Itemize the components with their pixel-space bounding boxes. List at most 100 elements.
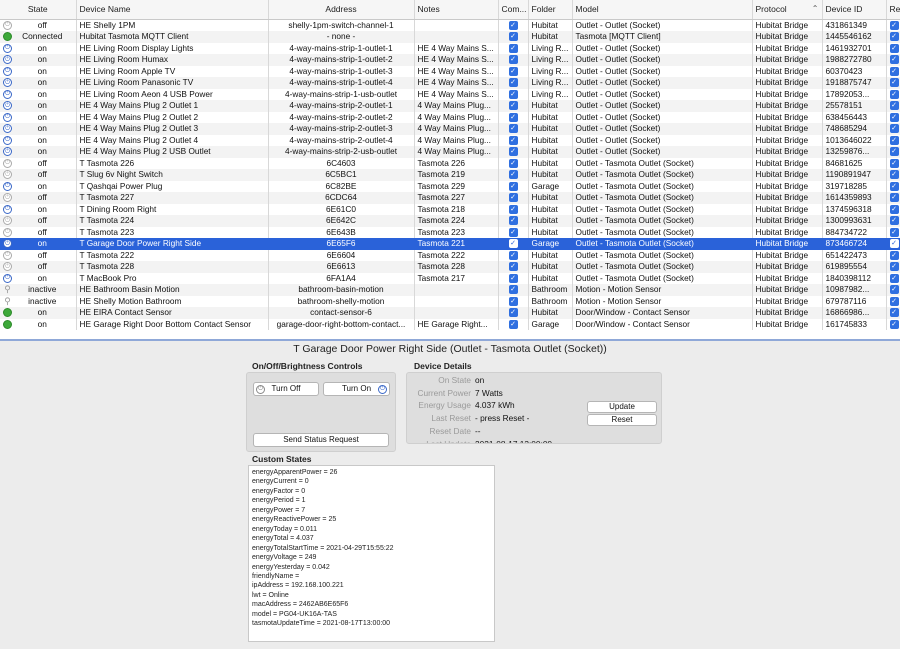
remote-checkbox[interactable]: ✓ xyxy=(889,43,899,53)
address-cell: contact-sensor-6 xyxy=(268,307,415,319)
table-row[interactable]: ⏻ off T Slug 6v Night Switch 6C5BC1 Tasmota … xyxy=(0,169,900,181)
remote-checkbox[interactable]: ✓ xyxy=(889,89,899,99)
column-header-device-id[interactable]: Device ID xyxy=(822,0,887,20)
table-row[interactable]: ⏻ on HE Living Room Display Lights 4-way-ma… xyxy=(0,42,900,54)
comm-enabled-checkbox[interactable]: ✓ xyxy=(508,273,518,283)
remote-checkbox[interactable]: ✓ xyxy=(889,250,899,260)
reset-button[interactable]: Reset xyxy=(587,414,657,426)
remote-checkbox[interactable]: ✓ xyxy=(889,32,899,42)
remote-checkbox[interactable]: ✓ xyxy=(889,55,899,65)
remote-checkbox[interactable]: ✓ xyxy=(889,78,899,88)
table-row[interactable]: ⏻ on HE 4 Way Mains Plug 2 USB Outlet 4-way… xyxy=(0,146,900,158)
comm-enabled-checkbox[interactable]: ✓ xyxy=(508,20,518,30)
remote-checkbox[interactable]: ✓ xyxy=(889,273,899,283)
table-row[interactable]: ⏻ on HE Living Room Panasonic TV 4-way-main… xyxy=(0,77,900,89)
table-row[interactable]: ⚲ inactive HE Shelly Motion Bathroom bathro… xyxy=(0,295,900,307)
column-header-state[interactable]: State xyxy=(0,0,77,20)
comm-enabled-checkbox[interactable]: ✓ xyxy=(508,204,518,214)
comm-enabled-checkbox[interactable]: ✓ xyxy=(508,227,518,237)
remote-checkbox[interactable]: ✓ xyxy=(889,204,899,214)
comm-enabled-checkbox[interactable]: ✓ xyxy=(508,285,518,295)
table-row[interactable]: ⏻ on HE Living Room Aeon 4 USB Power 4-way-… xyxy=(0,88,900,100)
table-row[interactable]: ⏻ off T Tasmota 226 6C4603 Tasmota 226 ✓ Hubit… xyxy=(0,157,900,169)
remote-checkbox[interactable]: ✓ xyxy=(889,262,899,272)
table-row[interactable]: ⏻ off T Tasmota 228 6E6613 Tasmota 228 ✓ Hubit… xyxy=(0,261,900,273)
remote-checkbox[interactable]: ✓ xyxy=(889,135,899,145)
table-row[interactable]: ⏻ on HE Living Room Apple TV 4-way-mains-st… xyxy=(0,65,900,77)
turn-off-button[interactable]: ⏻ Turn Off xyxy=(253,382,319,396)
send-status-request-button[interactable]: Send Status Request xyxy=(253,433,389,447)
comm-enabled-checkbox[interactable]: ✓ xyxy=(508,158,518,168)
comm-enabled-checkbox[interactable]: ✓ xyxy=(508,32,518,42)
comm-enabled-checkbox[interactable]: ✓ xyxy=(508,170,518,180)
remote-checkbox[interactable]: ✓ xyxy=(889,239,899,249)
table-row[interactable]: on HE EIRA Contact Sensor contact-sensor-6… xyxy=(0,307,900,319)
table-row[interactable]: ⏻ off T Tasmota 222 6E6604 Tasmota 222 ✓ Hubit… xyxy=(0,249,900,261)
table-row[interactable]: ⏻ off T Tasmota 224 6E642C Tasmota 224 ✓ Hubit… xyxy=(0,215,900,227)
table-row[interactable]: on HE Garage Right Door Bottom Contact Se… xyxy=(0,318,900,330)
comm-enabled-checkbox[interactable]: ✓ xyxy=(508,250,518,260)
remote-checkbox[interactable]: ✓ xyxy=(889,101,899,111)
column-header-protocol[interactable]: Protocol ⌃ xyxy=(752,0,823,20)
column-header-remote[interactable]: Rem xyxy=(886,0,900,20)
comm-enabled-checkbox[interactable]: ✓ xyxy=(508,262,518,272)
comm-enabled-checkbox[interactable]: ✓ xyxy=(508,193,518,203)
remote-checkbox[interactable]: ✓ xyxy=(889,193,899,203)
comm-enabled-checkbox[interactable]: ✓ xyxy=(508,89,518,99)
table-row[interactable]: ⏻ on HE Living Room Humax 4-way-mains-strip… xyxy=(0,54,900,66)
table-row[interactable]: ⏻ on HE 4 Way Mains Plug 2 Outlet 4 4-way-m… xyxy=(0,134,900,146)
comm-enabled-checkbox[interactable]: ✓ xyxy=(508,296,518,306)
comm-enabled-checkbox[interactable]: ✓ xyxy=(508,78,518,88)
table-row[interactable]: ⏻ off HE Shelly 1PM shelly-1pm-switch-chann… xyxy=(0,19,900,31)
table-row[interactable]: ⏻ on T Garage Door Power Right Side 6E65F6 T… xyxy=(0,238,900,250)
device-table-container[interactable]: State Device Name Address Notes Com... F… xyxy=(0,0,900,341)
comm-enabled-checkbox[interactable]: ✓ xyxy=(508,216,518,226)
remote-checkbox[interactable]: ✓ xyxy=(889,296,899,306)
remote-checkbox[interactable]: ✓ xyxy=(889,158,899,168)
address-cell: 4-way-mains-strip-2-outlet-3 xyxy=(268,123,415,135)
remote-checkbox[interactable]: ✓ xyxy=(889,124,899,134)
comm-enabled-checkbox[interactable]: ✓ xyxy=(508,308,518,318)
comm-enabled-checkbox[interactable]: ✓ xyxy=(508,124,518,134)
comm-enabled-checkbox[interactable]: ✓ xyxy=(508,112,518,122)
turn-on-button[interactable]: Turn On ⏻ xyxy=(323,382,390,396)
remote-checkbox[interactable]: ✓ xyxy=(889,308,899,318)
update-button[interactable]: Update xyxy=(587,401,657,413)
table-row[interactable]: ⏻ on T Dining Room Right 6E61C0 Tasmota 218 ✓… xyxy=(0,203,900,215)
column-header-comm[interactable]: Com... xyxy=(498,0,529,20)
remote-checkbox[interactable]: ✓ xyxy=(889,181,899,191)
table-row[interactable]: ⏻ on T Qashqai Power Plug 6C82BE Tasmota 229… xyxy=(0,180,900,192)
comm-enabled-checkbox[interactable]: ✓ xyxy=(508,181,518,191)
remote-checkbox[interactable]: ✓ xyxy=(889,216,899,226)
comm-enabled-checkbox[interactable]: ✓ xyxy=(508,55,518,65)
remote-checkbox[interactable]: ✓ xyxy=(889,20,899,30)
column-header-address[interactable]: Address xyxy=(268,0,415,20)
table-row[interactable]: ⏻ off T Tasmota 227 6CDC64 Tasmota 227 ✓ Hubit… xyxy=(0,192,900,204)
remote-checkbox[interactable]: ✓ xyxy=(889,319,899,329)
column-header-folder[interactable]: Folder xyxy=(528,0,573,20)
comm-enabled-checkbox[interactable]: ✓ xyxy=(508,135,518,145)
comm-enabled-checkbox[interactable]: ✓ xyxy=(508,239,518,249)
table-row[interactable]: ⏻ on HE 4 Way Mains Plug 2 Outlet 3 4-way-m… xyxy=(0,123,900,135)
table-row[interactable]: ⏻ on HE 4 Way Mains Plug 2 Outlet 1 4-way-m… xyxy=(0,100,900,112)
table-row[interactable]: ⏻ off T Tasmota 223 6E643B Tasmota 223 ✓ Hubit… xyxy=(0,226,900,238)
comm-enabled-checkbox[interactable]: ✓ xyxy=(508,66,518,76)
comm-enabled-checkbox[interactable]: ✓ xyxy=(508,101,518,111)
table-row[interactable]: ⚲ inactive HE Bathroom Basin Motion bathroo… xyxy=(0,284,900,296)
remote-checkbox[interactable]: ✓ xyxy=(889,112,899,122)
column-header-device-name[interactable]: Device Name xyxy=(76,0,269,20)
table-row[interactable]: Connected Hubitat Tasmota MQTT Client - no… xyxy=(0,31,900,43)
table-row[interactable]: ⏻ on T MacBook Pro 6FA1A4 Tasmota 217 ✓ Hubita… xyxy=(0,272,900,284)
remote-checkbox[interactable]: ✓ xyxy=(889,66,899,76)
comm-enabled-checkbox[interactable]: ✓ xyxy=(508,147,518,157)
column-header-notes[interactable]: Notes xyxy=(414,0,499,20)
remote-checkbox[interactable]: ✓ xyxy=(889,170,899,180)
remote-checkbox[interactable]: ✓ xyxy=(889,147,899,157)
remote-checkbox[interactable]: ✓ xyxy=(889,227,899,237)
column-header-model[interactable]: Model xyxy=(572,0,753,20)
comm-enabled-checkbox[interactable]: ✓ xyxy=(508,319,518,329)
table-row[interactable]: ⏻ on HE 4 Way Mains Plug 2 Outlet 2 4-way-m… xyxy=(0,111,900,123)
comm-enabled-checkbox[interactable]: ✓ xyxy=(508,43,518,53)
remote-checkbox[interactable]: ✓ xyxy=(889,285,899,295)
custom-states-box[interactable]: energyApparentPower = 26 energyCurrent = … xyxy=(248,465,495,642)
